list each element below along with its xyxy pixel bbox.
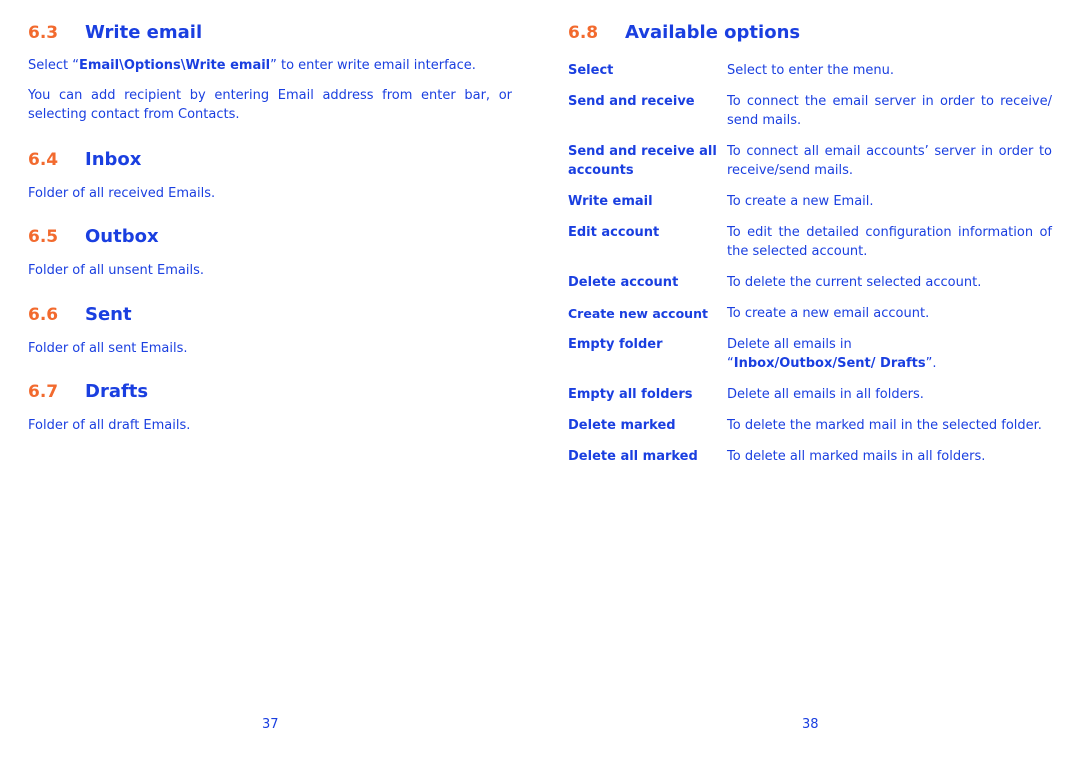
section-number: 6.3 — [28, 23, 59, 43]
option-term: Empty folder — [568, 337, 663, 352]
text-span: ” to enter write email interface. — [270, 58, 476, 73]
section-number: 6.8 — [568, 23, 599, 43]
section-sent: 6.6 Sent Folder of all sent Emails. — [28, 304, 512, 358]
option-description: To connect all email accounts’ server in… — [727, 144, 1052, 178]
section-heading: 6.4 Inbox — [28, 149, 512, 175]
option-description: To delete all marked mails in all folder… — [727, 449, 986, 464]
option-row: Write email To create a new Email. — [568, 192, 1052, 211]
section-text: Folder of all unsent Emails. — [28, 263, 204, 278]
option-term: Write email — [568, 194, 653, 209]
section-available-options: 6.8 Available options — [568, 22, 1052, 48]
section-outbox: 6.5 Outbox Folder of all unsent Emails. — [28, 226, 512, 280]
option-term: Delete all marked — [568, 449, 698, 464]
section-title: Inbox — [85, 149, 142, 170]
option-description: To create a new email account. — [727, 306, 930, 321]
option-term: Delete account — [568, 275, 679, 290]
section-title: Sent — [85, 304, 132, 325]
option-term: Delete marked — [568, 418, 676, 433]
section-title: Drafts — [85, 381, 149, 402]
option-term: Send and receive all accounts — [568, 144, 717, 178]
option-description: Select to enter the menu. — [727, 63, 894, 78]
section-heading: 6.6 Sent — [28, 304, 512, 330]
menu-path: Email\Options\Write email — [78, 58, 271, 73]
option-row: Edit account To edit the detailed config… — [568, 223, 1052, 261]
option-row: Send and receive all accounts To connect… — [568, 142, 1052, 180]
option-term: Empty all folders — [568, 387, 693, 402]
section-number: 6.4 — [28, 150, 59, 170]
write-email-description: You can add recipient by entering Email … — [28, 88, 512, 122]
section-write-email: 6.3 Write email Select “Email\Options\Wr… — [28, 22, 512, 124]
option-row: Empty folder Delete all emails in “Inbox… — [568, 335, 1052, 373]
page-number-right: 38 — [802, 717, 819, 732]
option-description: Delete all emails in all folders. — [727, 387, 924, 402]
option-row: Select Select to enter the menu. — [568, 61, 1052, 80]
section-heading: 6.5 Outbox — [28, 226, 512, 252]
option-term: Send and receive — [568, 94, 695, 109]
section-text: Folder of all draft Emails. — [28, 418, 191, 433]
option-row: Create new account To create a new email… — [568, 304, 1052, 323]
section-title: Outbox — [85, 226, 159, 247]
option-row: Delete all marked To delete all marked m… — [568, 447, 1052, 466]
option-description: To connect the email server in order to … — [727, 94, 1052, 128]
section-number: 6.7 — [28, 382, 59, 402]
option-row: Delete marked To delete the marked mail … — [568, 416, 1052, 435]
option-row: Send and receive To connect the email se… — [568, 92, 1052, 130]
option-term: Select — [568, 63, 614, 78]
option-description: To create a new Email. — [727, 194, 874, 209]
section-inbox: 6.4 Inbox Folder of all received Emails. — [28, 149, 512, 203]
section-drafts: 6.7 Drafts Folder of all draft Emails. — [28, 381, 512, 435]
section-text: Folder of all received Emails. — [28, 186, 216, 201]
section-heading: 6.8 Available options — [568, 22, 1052, 48]
section-title: Write email — [85, 22, 203, 43]
option-term: Create new account — [568, 306, 708, 321]
folder-list: Inbox/Outbox/Sent/ Drafts — [733, 356, 926, 371]
section-number: 6.5 — [28, 227, 59, 247]
section-text: Folder of all sent Emails. — [28, 341, 188, 356]
option-row: Empty all folders Delete all emails in a… — [568, 385, 1052, 404]
section-heading: 6.3 Write email — [28, 22, 512, 48]
option-description: To delete the marked mail in the selecte… — [727, 418, 1042, 433]
write-email-instruction: Select “Email\Options\Write email” to en… — [28, 56, 512, 75]
option-term: Edit account — [568, 225, 660, 240]
option-row: Delete account To delete the current sel… — [568, 273, 1052, 292]
section-number: 6.6 — [28, 305, 59, 325]
option-description: To delete the current selected account. — [727, 275, 982, 290]
section-heading: 6.7 Drafts — [28, 381, 512, 407]
text-span: ”. — [925, 356, 937, 371]
section-title: Available options — [625, 22, 801, 43]
option-description: Delete all emails in “Inbox/Outbox/Sent/… — [727, 335, 1052, 373]
page-number-left: 37 — [262, 717, 279, 732]
option-description: To edit the detailed configuration infor… — [727, 225, 1052, 259]
text-span: Select “ — [28, 58, 79, 73]
